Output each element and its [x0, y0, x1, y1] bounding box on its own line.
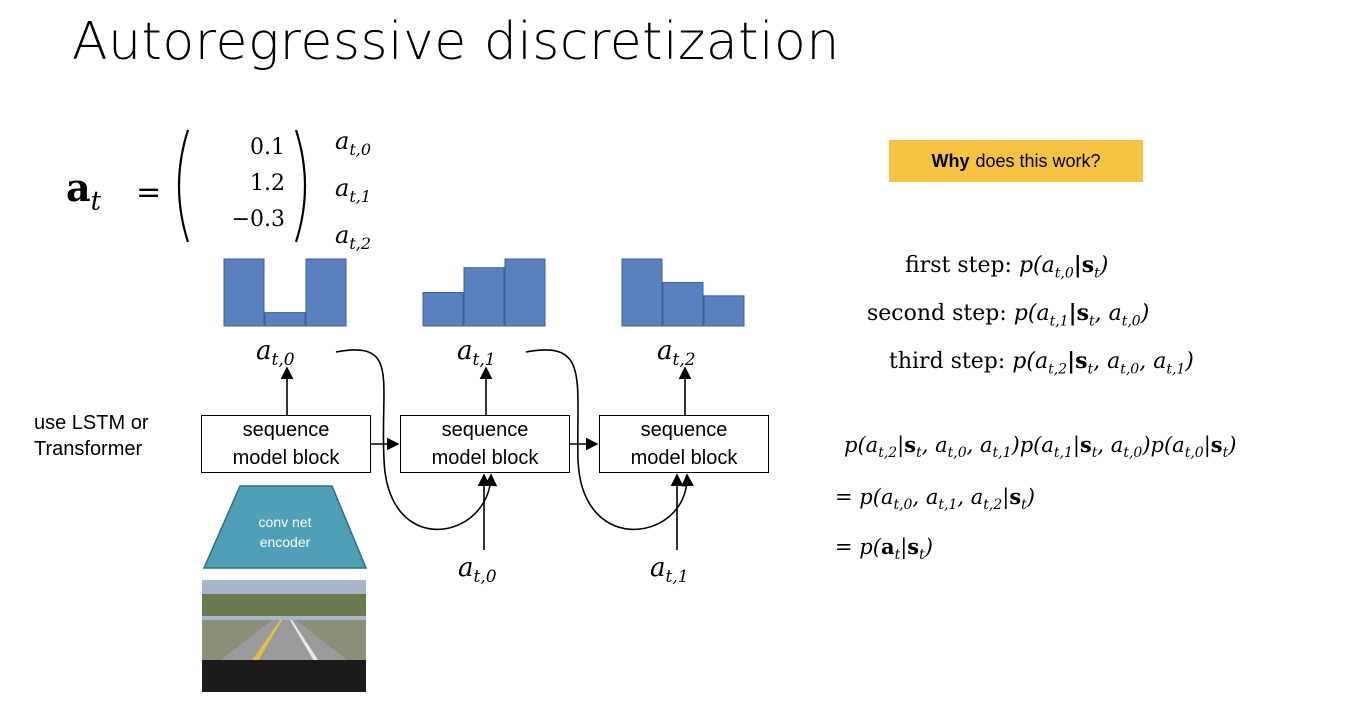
- input-label-1: at,1: [650, 553, 689, 588]
- step-second: second step: p(at,1|st, at,0): [867, 300, 1150, 330]
- equation-line-2: = p(at|st): [835, 534, 933, 564]
- step-third: third step: p(at,2|st, at,0, at,1): [889, 348, 1194, 378]
- encoder-label: conv net encoder: [258, 514, 312, 550]
- equation-line-1: = p(at,0, at,1, at,2|st): [835, 484, 1035, 514]
- road-image: [202, 580, 366, 692]
- why-callout: Why does this work?: [889, 140, 1143, 182]
- equation-line-0: p(at,2|st, at,0, at,1)p(at,1|st, at,0)p(…: [844, 432, 1237, 462]
- input-label-0: at,0: [458, 553, 497, 588]
- step-first: first step: p(at,0|st): [905, 252, 1109, 282]
